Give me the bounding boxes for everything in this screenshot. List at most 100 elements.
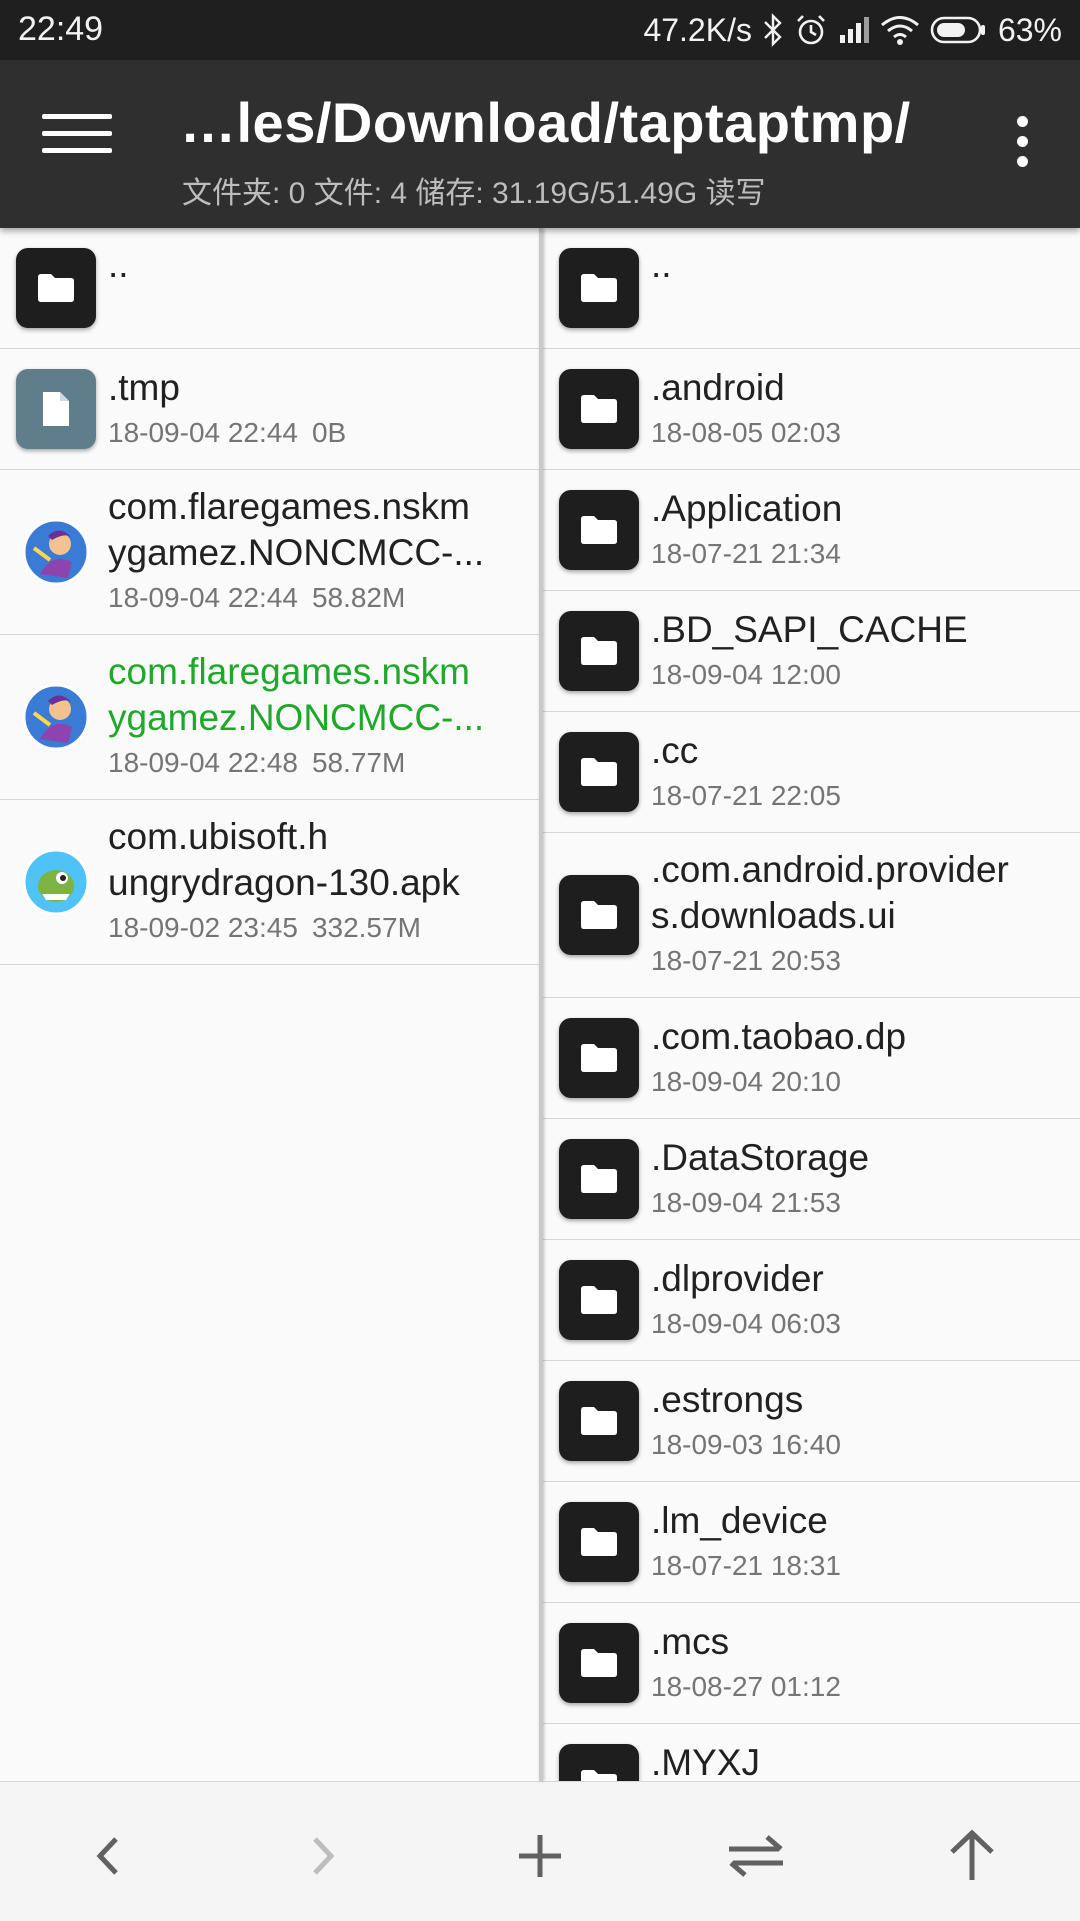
item-name: .mcs: [651, 1621, 730, 1662]
item-meta: 18-09-04 22:44 0B: [108, 417, 346, 449]
pane-divider[interactable]: [539, 228, 543, 1781]
menu-button[interactable]: [42, 114, 112, 174]
swap-icon: [729, 1835, 783, 1877]
item-name: com.flaregames.nskm ygamez.NONCMCC-...: [108, 651, 485, 738]
swap-panes-button[interactable]: [716, 1816, 796, 1896]
item-meta: 18-09-02 23:45 332.57M: [108, 912, 421, 944]
current-path: …les/Download/taptaptmp/: [180, 91, 911, 154]
alarm-icon: [794, 13, 828, 47]
app-icon: [16, 677, 96, 757]
right-file-pane[interactable]: .. .android 18-08-05 02:03 .Application 18-0…: [543, 228, 1080, 1781]
folder-list-item[interactable]: .Application 18-07-21 21:34: [543, 470, 1080, 591]
item-size: 332.57M: [311, 912, 421, 943]
left-file-pane[interactable]: .. .tmp 18-09-04 22:44 0B com.flaregames.…: [0, 228, 540, 1781]
item-meta: 18-07-21 22:05: [651, 780, 841, 812]
item-date: 18-09-04 20:10: [651, 1066, 841, 1097]
item-date: 18-09-04 22:48: [108, 747, 298, 778]
item-date: 18-08-05 02:03: [651, 417, 841, 448]
folder-list-item[interactable]: .mcs 18-08-27 01:12: [543, 1603, 1080, 1724]
more-options-button[interactable]: [1002, 116, 1042, 176]
item-meta: 18-09-04 12:00: [651, 659, 841, 691]
item-size: 58.82M: [311, 582, 406, 613]
item-meta: 18-09-04 06:03: [651, 1308, 841, 1340]
menu-icon: [42, 114, 112, 119]
item-date: 18-09-04 21:53: [651, 1187, 841, 1218]
item-name: com.flaregames.nskm ygamez.NONCMCC-...: [108, 486, 485, 573]
item-meta: 18-08-27 01:12: [651, 1671, 841, 1703]
list-item[interactable]: .tmp 18-09-04 22:44 0B: [0, 349, 540, 470]
item-name: com.ubisoft.h ungrydragon-130.apk: [108, 816, 460, 903]
folder-icon: [559, 1381, 639, 1461]
item-name: .dlprovider: [651, 1258, 824, 1299]
item-meta: 18-07-21 20:53: [651, 945, 841, 977]
item-size: 0B: [311, 417, 347, 448]
bottom-toolbar: [0, 1781, 1080, 1921]
battery-percent: 63%: [997, 11, 1062, 48]
list-item-parent[interactable]: ..: [543, 228, 1080, 349]
status-bar: 22:49 47.2K/s 63%: [0, 0, 1080, 60]
folder-icon: [559, 369, 639, 449]
bluetooth-icon: [762, 13, 784, 47]
add-icon: [519, 1835, 561, 1877]
storage-info: 文件夹: 0 文件: 4 储存: 31.19G/51.49G 读写: [182, 177, 766, 210]
item-name: .DataStorage: [651, 1137, 870, 1178]
item-meta: 18-07-21 18:31: [651, 1550, 841, 1582]
item-meta: 18-07-21 21:34: [651, 538, 841, 570]
item-meta: 18-08-05 02:03: [651, 417, 841, 449]
item-size: 58.77M: [311, 747, 406, 778]
signal-icon: [838, 15, 870, 45]
item-name: .MYXJ: [651, 1742, 760, 1781]
item-date: 18-09-04 06:03: [651, 1308, 841, 1339]
item-date: 18-07-21 20:53: [651, 945, 841, 976]
folder-list-item[interactable]: .cc 18-07-21 22:05: [543, 712, 1080, 833]
list-item[interactable]: com.ubisoft.h ungrydragon-130.apk 18-09-…: [0, 800, 540, 965]
forward-button[interactable]: [283, 1816, 363, 1896]
folder-list-item[interactable]: .BD_SAPI_CACHE 18-09-04 12:00: [543, 591, 1080, 712]
net-speed: 47.2K/s: [643, 11, 752, 48]
back-button[interactable]: [68, 1816, 148, 1896]
item-meta: 18-09-04 21:53: [651, 1187, 841, 1219]
list-item-highlighted[interactable]: com.flaregames.nskm ygamez.NONCMCC-... 1…: [0, 635, 540, 800]
item-date: 18-09-04 22:44: [108, 417, 298, 448]
item-date: 18-07-21 21:34: [651, 538, 841, 569]
item-meta: 18-09-04 22:44 58.82M: [108, 582, 405, 614]
folder-icon: [559, 248, 639, 328]
item-name: ..: [108, 244, 129, 285]
folder-list-item[interactable]: .DataStorage 18-09-04 21:53: [543, 1119, 1080, 1240]
folder-list-item[interactable]: .com.android.provider s.downloads.ui 18-07…: [543, 833, 1080, 998]
folder-icon: [559, 1744, 639, 1781]
folder-icon: [559, 1139, 639, 1219]
item-meta: 18-09-03 16:40: [651, 1429, 841, 1461]
item-meta: 18-09-04 22:48 58.77M: [108, 747, 405, 779]
folder-list-item[interactable]: .MYXJ: [543, 1724, 1080, 1781]
folder-list-item[interactable]: .com.taobao.dp 18-09-04 20:10: [543, 998, 1080, 1119]
item-name: .android: [651, 367, 785, 408]
item-date: 18-08-27 01:12: [651, 1671, 841, 1702]
item-name: .cc: [651, 730, 699, 771]
item-name: .com.taobao.dp: [651, 1016, 907, 1057]
list-item[interactable]: com.flaregames.nskm ygamez.NONCMCC-... 1…: [0, 470, 540, 635]
add-button[interactable]: [500, 1816, 580, 1896]
item-date: 18-09-04 22:44: [108, 582, 298, 613]
status-icons: 47.2K/s 63%: [643, 10, 1062, 50]
app-bar: …les/Download/taptaptmp/ 文件夹: 0 文件: 4 储存…: [0, 60, 1080, 228]
folder-icon: [559, 611, 639, 691]
wifi-icon: [880, 14, 920, 46]
folder-list-item[interactable]: .lm_device 18-07-21 18:31: [543, 1482, 1080, 1603]
list-item-parent[interactable]: ..: [0, 228, 540, 349]
item-name: .Application: [651, 488, 843, 529]
folder-icon: [559, 1018, 639, 1098]
up-directory-button[interactable]: [932, 1816, 1012, 1896]
item-name: .tmp: [108, 367, 180, 408]
folder-list-item[interactable]: .estrongs 18-09-03 16:40: [543, 1361, 1080, 1482]
folder-icon: [559, 732, 639, 812]
folder-icon: [559, 490, 639, 570]
more-vert-icon: [1016, 116, 1028, 127]
folder-icon: [16, 248, 96, 328]
folder-list-item[interactable]: .dlprovider 18-09-04 06:03: [543, 1240, 1080, 1361]
app-icon: [16, 842, 96, 922]
app-icon: [16, 512, 96, 592]
folder-list-item[interactable]: .android 18-08-05 02:03: [543, 349, 1080, 470]
item-name: ..: [651, 244, 672, 285]
item-date: 18-07-21 22:05: [651, 780, 841, 811]
